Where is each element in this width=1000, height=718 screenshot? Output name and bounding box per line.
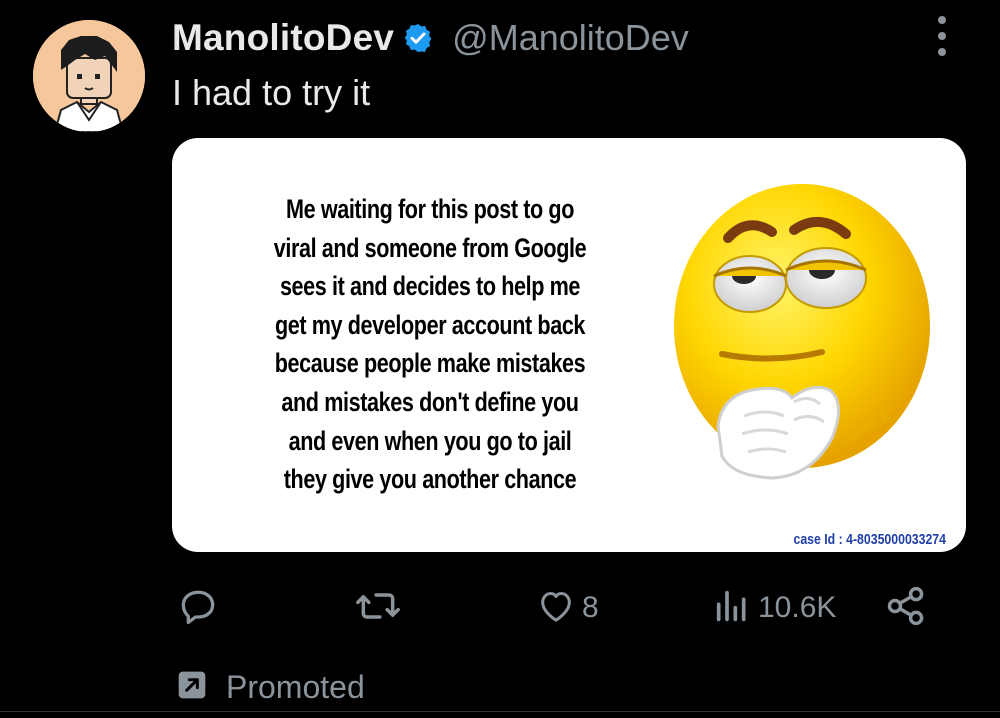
promoted-label-row: Promoted [176, 669, 365, 706]
case-id-text: case Id : 4-8035000033274 [793, 531, 946, 548]
reply-icon [176, 584, 220, 633]
post-header: ManolitoDev @ManolitoDev [172, 12, 689, 64]
view-count: 10.6K [758, 591, 837, 624]
post-media-card[interactable]: Me waiting for this post to go viral and… [172, 138, 966, 552]
avatar-image [33, 20, 145, 132]
post-action-bar: 8 10.6K [172, 582, 942, 634]
avatar[interactable] [33, 20, 145, 132]
meme-caption: Me waiting for this post to go viral and… [273, 194, 587, 495]
like-count: 8 [582, 591, 599, 624]
heart-icon [536, 586, 576, 631]
divider [0, 711, 1000, 712]
author-display-name[interactable]: ManolitoDev [172, 17, 394, 59]
promoted-icon [176, 669, 208, 706]
views-button[interactable]: 10.6K [712, 582, 836, 634]
reply-button[interactable] [176, 582, 220, 634]
share-icon [884, 584, 928, 633]
more-options-icon[interactable] [930, 14, 954, 58]
like-button[interactable]: 8 [536, 582, 599, 634]
views-icon [712, 586, 752, 631]
repost-icon [354, 584, 402, 633]
verified-badge-icon [402, 22, 434, 54]
post-text: I had to try it [172, 72, 371, 113]
promoted-label: Promoted [226, 669, 365, 705]
thinking-emoji-image [674, 184, 930, 480]
repost-button[interactable] [354, 582, 402, 634]
share-button[interactable] [884, 582, 928, 634]
author-handle[interactable]: @ManolitoDev [452, 17, 689, 59]
